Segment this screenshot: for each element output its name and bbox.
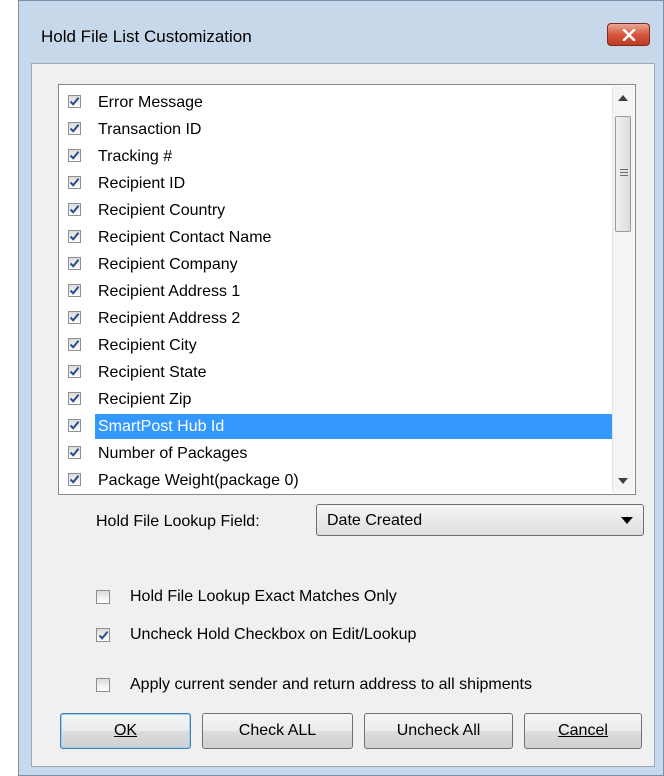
close-x-icon xyxy=(622,28,635,41)
checkmark-icon xyxy=(69,259,80,268)
lookup-field-dropdown[interactable]: Date Created xyxy=(316,504,644,536)
item-label: Recipient Contact Name xyxy=(98,229,272,246)
list-item[interactable]: Package Weight(package 0) xyxy=(60,467,612,494)
item-checkbox[interactable] xyxy=(68,149,81,162)
list-item[interactable]: SmartPost Hub Id xyxy=(60,413,612,440)
list-item[interactable]: Recipient Address 2 xyxy=(60,305,612,332)
list-item[interactable]: Recipient State xyxy=(60,359,612,386)
item-checkbox[interactable] xyxy=(68,392,81,405)
item-checkbox[interactable] xyxy=(68,95,81,108)
grip-icon xyxy=(620,169,628,176)
scroll-down-arrow-icon[interactable] xyxy=(618,478,628,484)
checkmark-icon xyxy=(69,394,80,403)
item-checkbox[interactable] xyxy=(68,230,81,243)
list-item[interactable]: Transaction ID xyxy=(60,116,612,143)
uncheck-hold-label: Uncheck Hold Checkbox on Edit/Lookup xyxy=(130,626,417,643)
close-button[interactable] xyxy=(607,23,650,46)
item-checkbox[interactable] xyxy=(68,122,81,135)
item-label: Error Message xyxy=(98,94,203,111)
vertical-scrollbar[interactable] xyxy=(612,86,634,493)
apply-address-checkbox[interactable] xyxy=(96,678,110,692)
item-label: Recipient Address 2 xyxy=(98,310,241,327)
item-label: SmartPost Hub Id xyxy=(95,414,612,439)
list-item[interactable]: Tracking # xyxy=(60,143,612,170)
uncheck-all-button[interactable]: Uncheck All xyxy=(364,713,513,749)
item-label: Recipient Zip xyxy=(98,391,192,408)
lookup-field-label: Hold File Lookup Field: xyxy=(96,513,260,530)
list-item[interactable]: Recipient Company xyxy=(60,251,612,278)
list-item[interactable]: Error Message xyxy=(60,89,612,116)
apply-address-label: Apply current sender and return address … xyxy=(130,676,532,693)
item-checkbox[interactable] xyxy=(68,203,81,216)
checkmark-icon xyxy=(69,475,80,484)
item-label: Tracking # xyxy=(98,148,173,165)
item-checkbox[interactable] xyxy=(68,446,81,459)
chevron-down-icon xyxy=(621,517,633,524)
uncheck-hold-checkbox[interactable] xyxy=(96,628,110,642)
lookup-field-value: Date Created xyxy=(327,512,423,529)
checkmark-icon xyxy=(69,97,80,106)
dialog-client-area: Error Message Transaction ID Tracking # Rec… xyxy=(31,63,655,767)
item-checkbox[interactable] xyxy=(68,176,81,189)
checkmark-icon xyxy=(69,421,80,430)
list-item[interactable]: Recipient City xyxy=(60,332,612,359)
exact-matches-checkbox[interactable] xyxy=(96,590,110,604)
item-label: Recipient Country xyxy=(98,202,226,219)
checkmark-icon xyxy=(69,448,80,457)
ok-button-label: OK xyxy=(113,722,138,739)
item-checkbox[interactable] xyxy=(68,473,81,486)
item-label: Number of Packages xyxy=(98,445,248,462)
item-checkbox[interactable] xyxy=(68,365,81,378)
list-item[interactable]: Recipient ID xyxy=(60,170,612,197)
checkmark-icon xyxy=(69,286,80,295)
item-label: Recipient Company xyxy=(98,256,238,273)
item-label: Recipient State xyxy=(98,364,207,381)
item-checkbox[interactable] xyxy=(68,419,81,432)
checkmark-icon xyxy=(69,232,80,241)
scroll-up-arrow-icon[interactable] xyxy=(618,95,628,101)
list-item[interactable]: Recipient Address 1 xyxy=(60,278,612,305)
dialog-window: Hold File List Customization Error Messa… xyxy=(18,0,664,776)
dialog-title: Hold File List Customization xyxy=(41,27,252,46)
checkmark-icon xyxy=(69,340,80,349)
item-label: Package Weight(package 0) xyxy=(98,472,299,489)
cancel-button-label: Cancel xyxy=(558,722,608,739)
list-item[interactable]: Recipient Contact Name xyxy=(60,224,612,251)
ok-button[interactable]: OK xyxy=(60,713,191,749)
field-checklist[interactable]: Error Message Transaction ID Tracking # Rec… xyxy=(58,84,636,495)
item-label: Recipient ID xyxy=(98,175,186,192)
item-checkbox[interactable] xyxy=(68,338,81,351)
cancel-button[interactable]: Cancel xyxy=(524,713,642,749)
scrollbar-thumb[interactable] xyxy=(615,116,631,232)
checkmark-icon xyxy=(69,151,80,160)
checkmark-icon xyxy=(98,631,109,640)
checkmark-icon xyxy=(69,205,80,214)
item-label: Transaction ID xyxy=(98,121,202,138)
item-checkbox[interactable] xyxy=(68,257,81,270)
checkmark-icon xyxy=(69,367,80,376)
list-item[interactable]: Number of Packages xyxy=(60,440,612,467)
item-label: Recipient City xyxy=(98,337,197,354)
item-checkbox[interactable] xyxy=(68,311,81,324)
checkmark-icon xyxy=(69,124,80,133)
list-item[interactable]: Recipient Zip xyxy=(60,386,612,413)
item-checkbox[interactable] xyxy=(68,284,81,297)
item-label: Recipient Address 1 xyxy=(98,283,241,300)
exact-matches-label: Hold File Lookup Exact Matches Only xyxy=(130,588,397,605)
checkmark-icon xyxy=(69,313,80,322)
list-item[interactable]: Recipient Country xyxy=(60,197,612,224)
check-all-button[interactable]: Check ALL xyxy=(202,713,353,749)
checkmark-icon xyxy=(69,178,80,187)
